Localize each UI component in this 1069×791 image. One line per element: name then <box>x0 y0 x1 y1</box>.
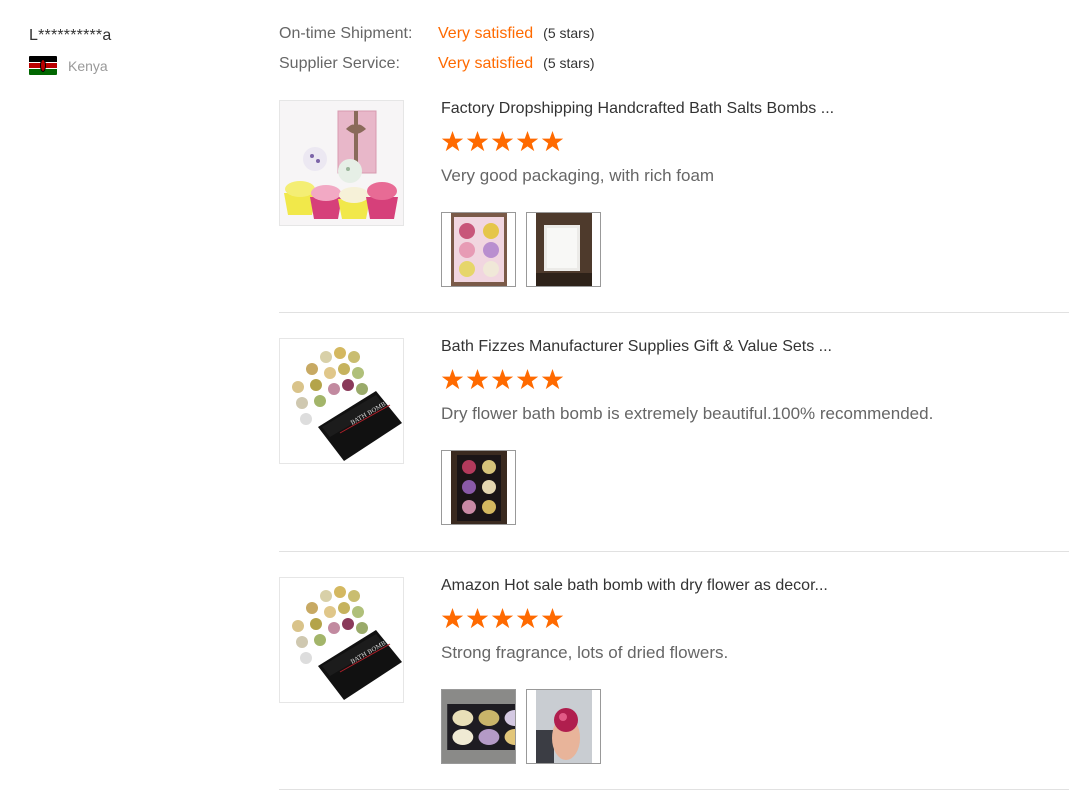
star-icon <box>541 608 564 629</box>
review-photo[interactable] <box>526 212 601 287</box>
product-title[interactable]: Bath Fizzes Manufacturer Supplies Gift &… <box>441 338 832 356</box>
rating-label: On-time Shipment: <box>279 25 413 42</box>
star-icon <box>516 131 539 152</box>
star-icon <box>466 369 489 390</box>
star-icon <box>466 608 489 629</box>
star-icon <box>541 369 564 390</box>
review-item: BATH BOMB Amazon Hot sale bath bomb with… <box>279 577 1069 767</box>
rating-value: Very satisfied <box>438 25 534 42</box>
star-icon <box>491 369 514 390</box>
review-item: BATH BOMB Bath Fizzes Manufacturer Suppl… <box>279 338 1069 528</box>
product-thumbnail[interactable]: BATH BOMB <box>279 338 404 464</box>
star-rating <box>441 131 566 152</box>
rating-value: Very satisfied <box>438 55 534 72</box>
review-photo[interactable] <box>441 689 516 764</box>
item-divider <box>279 551 1069 552</box>
rating-label: Supplier Service: <box>279 55 400 72</box>
review-comment: Dry flower bath bomb is extremely beauti… <box>441 404 934 423</box>
review-photos <box>441 450 526 525</box>
review-photos <box>441 689 611 764</box>
star-icon <box>491 131 514 152</box>
star-icon <box>541 131 564 152</box>
product-title[interactable]: Amazon Hot sale bath bomb with dry flowe… <box>441 577 828 595</box>
product-title[interactable]: Factory Dropshipping Handcrafted Bath Sa… <box>441 100 834 118</box>
item-divider <box>279 312 1069 313</box>
rating-row-service: Supplier Service: Very satisfied (5 star… <box>279 55 595 85</box>
supplier-ratings: On-time Shipment: Very satisfied (5 star… <box>279 25 595 85</box>
star-icon <box>516 369 539 390</box>
country-name: Kenya <box>68 57 108 74</box>
rating-row-shipment: On-time Shipment: Very satisfied (5 star… <box>279 25 595 55</box>
review-item: Factory Dropshipping Handcrafted Bath Sa… <box>279 100 1069 290</box>
review-photos <box>441 212 611 287</box>
star-icon <box>491 608 514 629</box>
star-icon <box>441 608 464 629</box>
star-icon <box>441 369 464 390</box>
rating-stars-text: (5 stars) <box>543 25 595 41</box>
review-photo[interactable] <box>441 212 516 287</box>
star-icon <box>516 608 539 629</box>
star-rating <box>441 369 566 390</box>
product-thumbnail[interactable]: BATH BOMB <box>279 577 404 703</box>
product-thumbnail[interactable] <box>279 100 404 226</box>
review-comment: Very good packaging, with rich foam <box>441 166 715 185</box>
rating-stars-text: (5 stars) <box>543 55 595 71</box>
review-comment: Strong fragrance, lots of dried flowers. <box>441 643 729 662</box>
reviewer-info: L**********a Kenya <box>29 26 111 75</box>
review-photo[interactable] <box>441 450 516 525</box>
star-icon <box>441 131 464 152</box>
review-photo[interactable] <box>526 689 601 764</box>
reviewer-country: Kenya <box>29 56 111 75</box>
star-rating <box>441 608 566 629</box>
reviewer-name: L**********a <box>29 27 112 44</box>
item-divider <box>279 789 1069 790</box>
kenya-flag-icon <box>29 56 57 75</box>
star-icon <box>466 131 489 152</box>
